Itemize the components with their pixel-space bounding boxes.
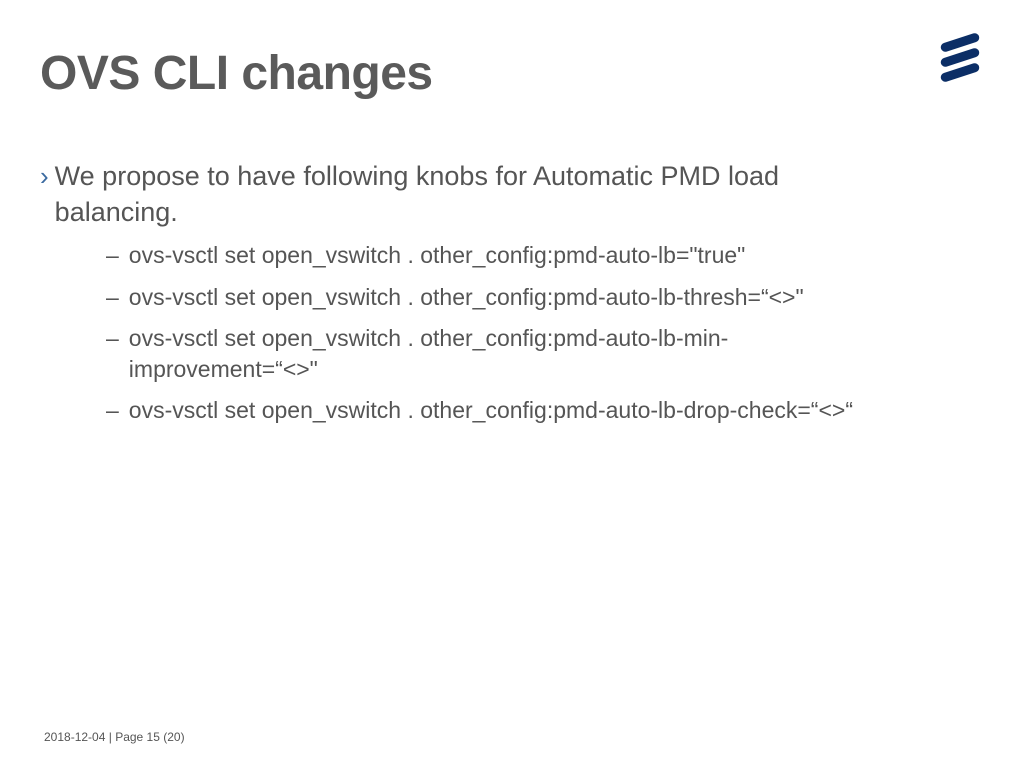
bullet-main: › We propose to have following knobs for… [40,159,900,230]
subbullet-item: – ovs-vsctl set open_vswitch . other_con… [106,395,900,426]
subbullet-item: – ovs-vsctl set open_vswitch . other_con… [106,282,900,313]
subbullet-text: ovs-vsctl set open_vswitch . other_confi… [129,323,879,386]
subbullet-text: ovs-vsctl set open_vswitch . other_confi… [129,395,853,426]
ericsson-logo-icon [936,32,984,84]
content-area: › We propose to have following knobs for… [40,159,900,427]
footer-sep: | [105,730,115,744]
slide-title: OVS CLI changes [40,46,984,101]
subbullet-text: ovs-vsctl set open_vswitch . other_confi… [129,240,746,271]
dash-marker: – [106,395,119,425]
slide: OVS CLI changes › We propose to have fol… [0,0,1024,768]
dash-marker: – [106,282,119,312]
footer-page: Page 15 (20) [115,730,184,744]
bullet-marker: › [40,159,49,193]
footer: 2018-12-04 | Page 15 (20) [44,730,185,744]
footer-date: 2018-12-04 [44,730,105,744]
dash-marker: – [106,323,119,353]
dash-marker: – [106,240,119,270]
subbullet-list: – ovs-vsctl set open_vswitch . other_con… [106,240,900,426]
subbullet-item: – ovs-vsctl set open_vswitch . other_con… [106,323,900,386]
subbullet-text: ovs-vsctl set open_vswitch . other_confi… [129,282,804,313]
bullet-text: We propose to have following knobs for A… [55,159,900,230]
subbullet-item: – ovs-vsctl set open_vswitch . other_con… [106,240,900,271]
